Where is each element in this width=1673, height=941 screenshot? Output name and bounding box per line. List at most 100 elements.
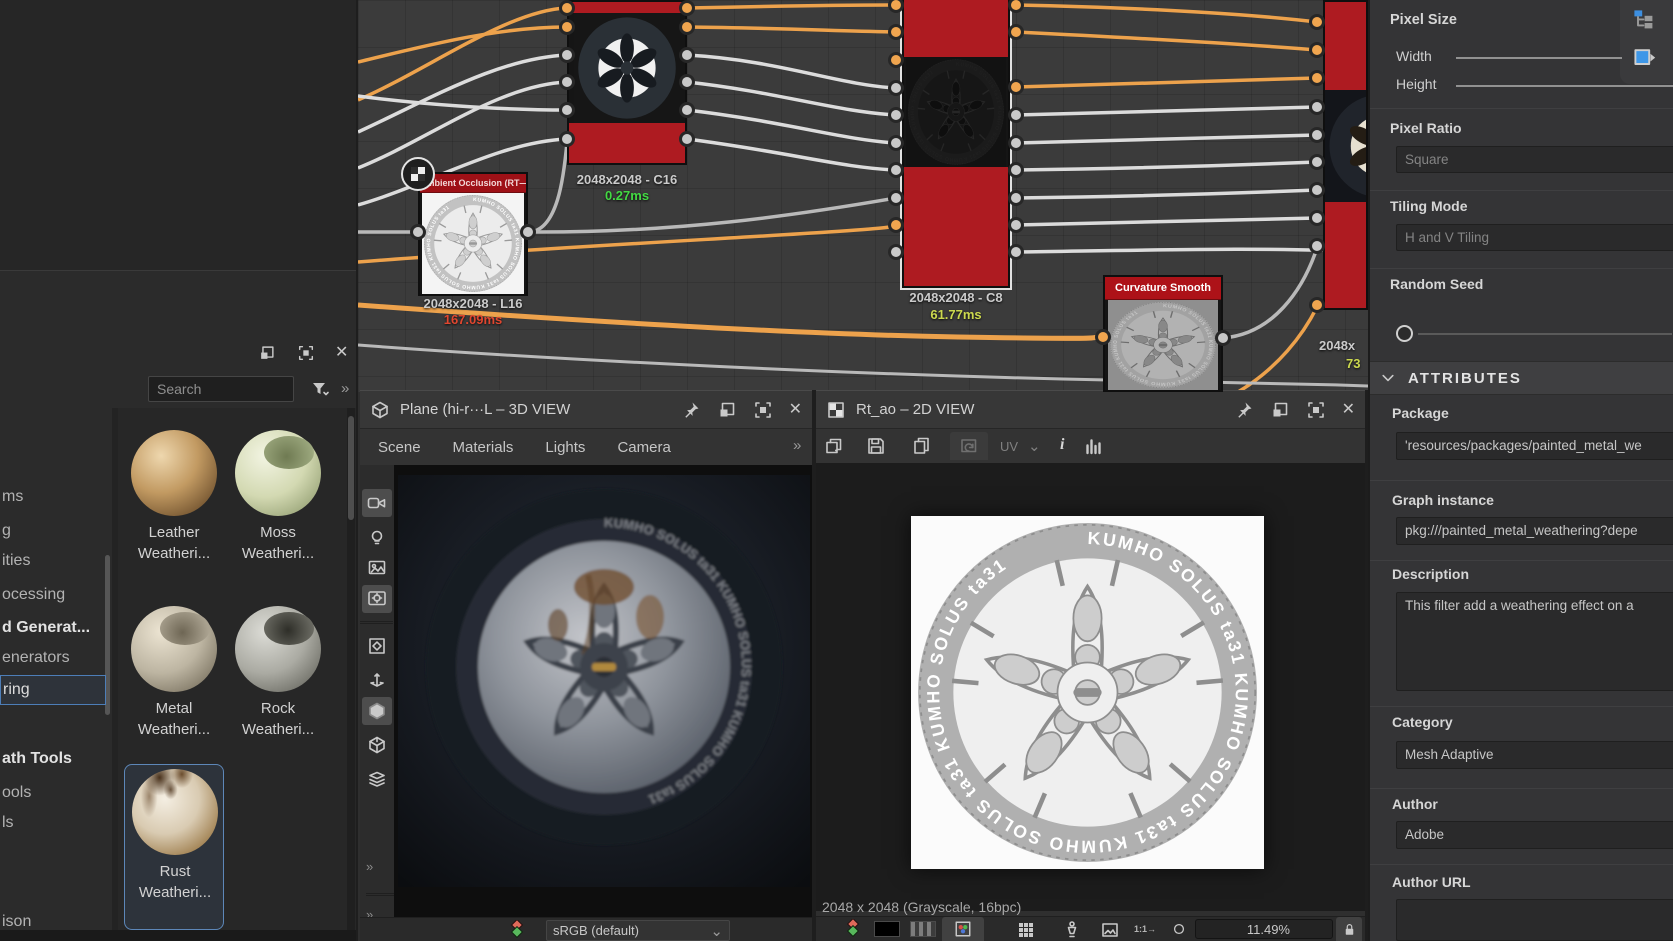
sidebar-item-ms[interactable]: ms (0, 484, 106, 510)
sidebar-item-dGenerat[interactable]: d Generat... (0, 615, 106, 641)
tool3d-cam-button[interactable] (362, 489, 392, 517)
author-url-field[interactable] (1396, 899, 1673, 941)
pin-icon[interactable] (681, 400, 701, 420)
sidebar-item-ison[interactable]: ison (0, 909, 106, 935)
graph-node-c16[interactable] (567, 0, 687, 165)
colorspace-select[interactable]: sRGB (default) ⌄ (546, 920, 730, 941)
category-field[interactable]: Mesh Adaptive (1396, 741, 1673, 769)
tool3d-cubeS-button[interactable] (362, 697, 392, 725)
attributes-section-header[interactable]: ATTRIBUTES (1370, 361, 1673, 395)
graph-node-ambient-occlusion[interactable]: Ambient Occlusion (RT— KUMHO SOLUS ta31 … (418, 172, 528, 296)
tool3d-layers-button[interactable] (362, 765, 392, 793)
tool2d-copy-icon[interactable] (912, 436, 932, 456)
colorspace-icon (507, 920, 527, 940)
library-item-metal[interactable]: MetalWeatheri... (124, 602, 224, 768)
menu-camera[interactable]: Camera (617, 439, 670, 456)
maximize-icon[interactable] (1306, 400, 1326, 420)
view3d-viewport[interactable]: KUMHO SOLUS ta31 KUMHO SOLUS ta31 KUMHO … (394, 465, 812, 941)
view2d-header[interactable]: Rt_ao – 2D VIEW ✕ (816, 391, 1365, 429)
sidebar-item-ools[interactable]: ools (0, 780, 106, 806)
tool3d-frame-button[interactable] (362, 632, 392, 660)
sidebar-item-ocessing[interactable]: ocessing (0, 582, 106, 608)
library-item-moss[interactable]: MossWeatheri... (228, 426, 328, 592)
uv-mode-label[interactable]: UV (1000, 439, 1018, 454)
one-to-one-icon[interactable]: 1:1→ (1134, 924, 1156, 934)
cube-3d-icon (370, 400, 390, 420)
close-icon[interactable]: ✕ (1342, 402, 1355, 418)
graph-instance-label: Graph instance (1392, 492, 1494, 508)
view3d-panel: Plane (hi-r···L – 3D VIEW ✕ Scene Materia… (360, 390, 812, 941)
pixel-ratio-select[interactable]: Square (1396, 146, 1673, 173)
sidebar-item-athTools[interactable]: ath Tools (0, 746, 106, 772)
item-label-line2: Weatheri... (228, 721, 328, 738)
description-textarea[interactable]: This filter add a weathering effect on a (1396, 592, 1673, 691)
menu-materials[interactable]: Materials (453, 439, 514, 456)
filter-funnel-icon[interactable] (310, 379, 330, 399)
background-swatch-checker[interactable] (910, 921, 936, 937)
graph-node-curvature-smooth[interactable]: Curvature Smooth KUMHO SOLUS ta31 KUMHO … (1103, 275, 1223, 392)
search-input[interactable] (148, 376, 294, 402)
preview-play-icon[interactable] (1633, 46, 1657, 70)
tool2d-floppy-icon[interactable] (866, 436, 886, 456)
menu-scene[interactable]: Scene (378, 439, 421, 456)
lock-zoom-button[interactable] (1336, 917, 1362, 941)
height-slider[interactable] (1456, 85, 1673, 87)
node-label: 2048x (1319, 338, 1355, 353)
close-icon[interactable]: ✕ (335, 345, 348, 361)
sidebar-item-ls[interactable]: ls (0, 810, 106, 836)
random-seed-knob[interactable] (1396, 325, 1413, 342)
tool3d-gearmon-button[interactable] (362, 585, 392, 613)
menu-lights[interactable]: Lights (545, 439, 585, 456)
tool3d-cubeW-button[interactable] (362, 731, 392, 759)
library-item-leather[interactable]: LeatherWeatheri... (124, 426, 224, 592)
uv-chevron-icon[interactable]: ⌄ (1028, 437, 1041, 455)
float-window-icon[interactable] (717, 400, 737, 420)
node-color-bar (569, 123, 685, 163)
sidebar-item-g[interactable]: g (0, 518, 106, 544)
fit-image-icon[interactable] (1100, 920, 1120, 940)
width-slider[interactable] (1456, 57, 1622, 59)
view3d-header[interactable]: Plane (hi-r···L – 3D VIEW ✕ (360, 391, 812, 429)
author-field[interactable]: Adobe (1396, 821, 1673, 849)
package-field[interactable]: 'resources/packages/painted_metal_we (1396, 432, 1673, 460)
graph-node-partial[interactable] (1323, 0, 1368, 310)
sidebar-item-enerators[interactable]: enerators (0, 645, 106, 671)
overflow-chevron-icon[interactable]: » (341, 380, 349, 397)
maximize-icon[interactable] (297, 344, 315, 362)
close-icon[interactable]: ✕ (789, 402, 802, 418)
graph-node-c8-selected[interactable]: KUMHO SOLUS ta31 KUMHO SOLUS ta31 KUMHO … (902, 0, 1010, 288)
menubar-overflow-chevron-icon[interactable]: » (793, 437, 801, 454)
tool2d-dup-icon[interactable] (824, 436, 844, 456)
tiling-grid-icon[interactable] (1016, 920, 1036, 940)
sidebar-item-ring[interactable]: ring (0, 675, 106, 705)
node-cook-time: 73 (1346, 356, 1360, 371)
mannequin-icon[interactable] (1062, 920, 1082, 940)
view2d-canvas[interactable]: KUMHO SOLUS ta31 KUMHO SOLUS ta31 KUMHO … (816, 463, 1365, 911)
tool3d-img-button[interactable] (362, 554, 392, 582)
section-title: ATTRIBUTES (1408, 370, 1522, 387)
histogram-icon[interactable] (1084, 436, 1104, 456)
library-item-rock[interactable]: RockWeatheri... (228, 602, 328, 768)
node-title: Ambient Occlusion (RT— (420, 174, 526, 193)
float-window-icon[interactable] (258, 344, 276, 362)
maximize-icon[interactable] (753, 400, 773, 420)
splitter-handle-icon[interactable]: » (366, 859, 373, 874)
tool2d-transform-button[interactable] (950, 432, 988, 460)
pin-icon[interactable] (1234, 400, 1254, 420)
display-mode-button[interactable] (942, 917, 984, 941)
background-swatch-black[interactable] (874, 921, 900, 937)
zoom-level-field[interactable]: 11.49% (1195, 919, 1333, 939)
info-icon[interactable]: i (1060, 436, 1064, 454)
hierarchy-tree-icon[interactable] (1632, 8, 1656, 32)
tool3d-bulb-button[interactable] (362, 524, 392, 552)
random-seed-slider[interactable] (1418, 333, 1672, 335)
picker-circle-icon[interactable] (1171, 921, 1187, 937)
checker-2d-icon (826, 400, 846, 420)
node-graph-canvas[interactable]: Ambient Occlusion (RT— KUMHO SOLUS ta31 … (358, 0, 1368, 392)
float-window-icon[interactable] (1270, 400, 1290, 420)
tool3d-axes-button[interactable] (362, 665, 392, 693)
tiling-mode-select[interactable]: H and V Tiling (1396, 224, 1673, 251)
graph-instance-field[interactable]: pkg:///painted_metal_weathering?depe (1396, 517, 1673, 545)
sidebar-item-ities[interactable]: ities (0, 548, 106, 574)
library-item-rust[interactable]: RustWeatheri... (124, 764, 224, 930)
